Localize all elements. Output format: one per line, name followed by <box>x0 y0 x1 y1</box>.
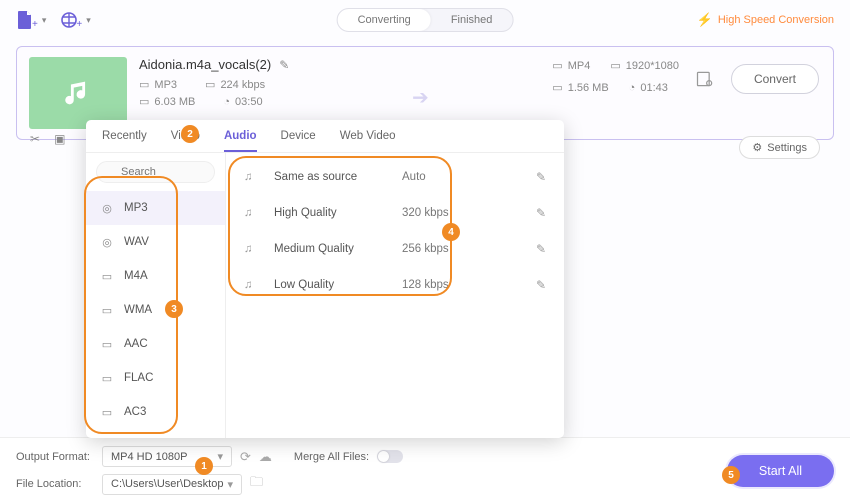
ptab-recently[interactable]: Recently <box>102 130 147 152</box>
fmt-mp3[interactable]: ◎MP3 <box>86 191 225 225</box>
popup-tabs: Recently Video Audio Device Web Video <box>86 120 564 153</box>
file-location-label: File Location: <box>16 478 94 490</box>
top-bar: +▾ +▾ Converting Finished High Speed Con… <box>0 0 850 40</box>
mode-tabs: Converting Finished <box>337 8 514 32</box>
high-speed-indicator: High Speed Conversion <box>697 12 834 28</box>
src-format: ▭ MP3 <box>139 78 177 91</box>
add-url-button[interactable]: +▾ <box>60 11 90 30</box>
top-left-tools: +▾ +▾ <box>16 10 91 30</box>
badge-3: 3 <box>165 300 183 318</box>
quality-list: ♫Same as sourceAuto✎ ♫High Quality320 kb… <box>226 153 564 438</box>
fmt-wma[interactable]: ▭WMA <box>86 293 225 327</box>
add-file-button[interactable]: +▾ <box>16 10 46 30</box>
dst-res: ▭ 1920*1080 <box>610 59 679 72</box>
cloud-icon[interactable]: ☁ <box>259 449 272 465</box>
edit-preset-icon[interactable]: ✎ <box>536 278 546 292</box>
quality-row[interactable]: ♫Low Quality128 kbps✎ <box>226 267 564 303</box>
fmt-flac[interactable]: ▭FLAC <box>86 361 225 395</box>
crop-icon[interactable]: ▣ <box>54 132 65 146</box>
fmt-ac3[interactable]: ▭AC3 <box>86 395 225 429</box>
output-block: ▭ MP4 ▭ 1920*1080 ▭ 1.56 MB ◔ 01:43 Conv… <box>552 59 819 98</box>
dst-time: ◔ 01:43 <box>629 81 668 94</box>
tab-finished[interactable]: Finished <box>431 9 513 31</box>
file-name: Aidonia.m4a_vocals(2) <box>139 57 271 72</box>
badge-1: 1 <box>195 457 213 475</box>
open-folder-icon[interactable]: 🗀 <box>250 473 263 495</box>
start-all-button[interactable]: Start All <box>727 455 834 487</box>
merge-toggle[interactable] <box>377 450 403 463</box>
quality-row[interactable]: ♫Same as sourceAuto✎ <box>226 159 564 195</box>
convert-button[interactable]: Convert <box>731 64 819 94</box>
badge-2: 2 <box>181 125 199 143</box>
quality-row[interactable]: ♫High Quality320 kbps✎ <box>226 195 564 231</box>
fmt-wav[interactable]: ◎WAV <box>86 225 225 259</box>
output-settings-icon[interactable] <box>695 69 715 89</box>
badge-4: 4 <box>442 223 460 241</box>
arrow-icon: ➔ <box>412 85 429 110</box>
dst-size: ▭ 1.56 MB <box>552 81 608 94</box>
quality-row[interactable]: ♫Medium Quality256 kbps✎ <box>226 231 564 267</box>
edit-preset-icon[interactable]: ✎ <box>536 170 546 184</box>
badge-5: 5 <box>722 466 740 484</box>
src-bitrate: ▭ 224 kbps <box>205 78 265 91</box>
ptab-webvideo[interactable]: Web Video <box>340 130 396 152</box>
tab-converting[interactable]: Converting <box>338 9 431 31</box>
merge-toggle-group: Merge All Files: <box>294 450 403 463</box>
src-size: ▭ 6.03 MB <box>139 95 195 108</box>
fmt-aac[interactable]: ▭AAC <box>86 327 225 361</box>
edit-tools: ✂ ▣ <box>30 132 65 146</box>
format-sidebar: ◎MP3 ◎WAV ▭M4A ▭WMA ▭AAC ▭FLAC ▭AC3 <box>86 153 226 438</box>
trim-icon[interactable]: ✂ <box>30 132 40 146</box>
file-thumbnail <box>29 57 127 129</box>
merge-label: Merge All Files: <box>294 451 369 463</box>
ptab-audio[interactable]: Audio <box>224 130 257 152</box>
dst-format: ▭ MP4 <box>552 59 590 72</box>
format-list: ◎MP3 ◎WAV ▭M4A ▭WMA ▭AAC ▭FLAC ▭AC3 <box>86 191 225 438</box>
settings-button[interactable]: ⚙ Settings <box>739 136 820 159</box>
edit-preset-icon[interactable]: ✎ <box>536 242 546 256</box>
fmt-m4a[interactable]: ▭M4A <box>86 259 225 293</box>
output-format-label: Output Format: <box>16 451 94 463</box>
rename-icon[interactable]: ✎ <box>279 58 289 72</box>
format-popup: Recently Video Audio Device Web Video ◎M… <box>86 120 564 438</box>
edit-preset-icon[interactable]: ✎ <box>536 206 546 220</box>
compress-icon[interactable]: ⟳ <box>240 449 251 465</box>
search-input[interactable] <box>96 161 215 183</box>
file-location-select[interactable]: C:\Users\User\Desktop▾ <box>102 474 242 495</box>
ptab-device[interactable]: Device <box>281 130 316 152</box>
src-duration: ◔ 03:50 <box>223 95 262 108</box>
